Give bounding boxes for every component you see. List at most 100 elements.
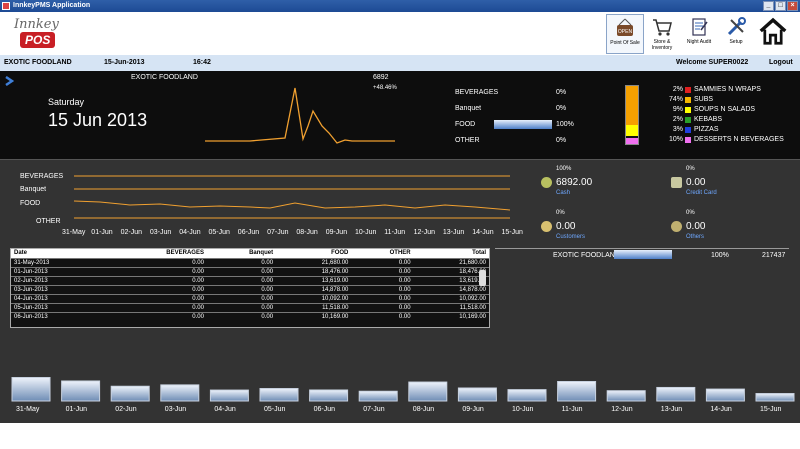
daily-sales-bar[interactable] <box>705 388 745 402</box>
table-cell: 0.00 <box>106 257 207 267</box>
table-header[interactable]: Total <box>413 249 489 258</box>
bar-category-label: 10-Jun <box>512 406 534 413</box>
trend-row-label: OTHER <box>36 218 61 225</box>
table-row[interactable]: 04-Jun-2013 0.00 0.00 10,092.00 0.00 10,092.0… <box>11 293 489 303</box>
daily-sales-bar[interactable] <box>110 385 150 402</box>
daily-sales-bar[interactable] <box>160 384 200 402</box>
cart-icon <box>653 19 672 36</box>
daily-sales-bar[interactable] <box>61 380 101 402</box>
daily-sales-bar[interactable] <box>557 381 597 402</box>
logout-link[interactable]: Logout <box>769 55 793 71</box>
table-row[interactable]: 05-Jun-2013 0.00 0.00 11,518.00 0.00 11,518.0… <box>11 302 489 312</box>
table-header[interactable]: BEVERAGES <box>106 249 207 258</box>
daily-sales-bar[interactable] <box>755 393 795 402</box>
outlet-share-bar <box>614 250 672 259</box>
daily-sales-bar[interactable] <box>259 388 299 402</box>
legend-name: DESSERTS N BEVERAGES <box>694 136 784 143</box>
table-cell: 0.00 <box>206 302 277 312</box>
trend-date-label: 07-Jun <box>267 229 289 236</box>
category-name: BEVERAGES <box>455 89 499 96</box>
table-row[interactable]: 03-Jun-2013 0.00 0.00 14,878.00 0.00 14,878.0… <box>11 284 489 294</box>
daily-sales-bar[interactable] <box>507 389 547 402</box>
table-row[interactable]: 02-Jun-2013 0.00 0.00 13,619.00 0.00 13,619.0… <box>11 275 489 285</box>
night-audit-button[interactable]: Night Audit <box>680 14 718 54</box>
daily-sales-bar[interactable] <box>408 381 448 402</box>
trend-row-label: BEVERAGES <box>20 173 64 180</box>
daily-sales-bar[interactable] <box>209 389 249 402</box>
innkey-pos-logo: Innkey POS <box>14 17 59 48</box>
home-button[interactable] <box>754 14 792 54</box>
bar-category-label: 08-Jun <box>412 406 435 413</box>
payment-label[interactable]: Others <box>686 234 704 240</box>
table-cell: 0.00 <box>106 311 207 321</box>
payment-amount: 0.00 <box>686 177 706 188</box>
table-header[interactable]: Date <box>11 249 107 258</box>
welcome-user: Welcome SUPER0022 <box>676 59 749 66</box>
trend-date-label: 01-Jun <box>91 229 113 236</box>
trend-date-label: 05-Jun <box>208 229 230 236</box>
close-button[interactable]: × <box>787 1 798 11</box>
trend-row-label: Banquet <box>20 186 47 193</box>
payment-amount: 0.00 <box>686 221 706 232</box>
table-header[interactable]: OTHER <box>351 249 414 258</box>
trend-date-label: 15-Jun <box>501 229 523 236</box>
minimize-button[interactable]: _ <box>763 1 774 11</box>
table-row[interactable]: 01-Jun-2013 0.00 0.00 18,476.00 0.00 18,476.0… <box>11 266 489 276</box>
table-cell: 11,518.00 <box>276 302 352 312</box>
category-name: FOOD <box>455 121 476 128</box>
bar-category-label: 15-Jun <box>760 406 782 413</box>
legend-name: PIZZAS <box>694 126 719 133</box>
daily-sales-bar[interactable] <box>11 377 51 402</box>
table-cell: 0.00 <box>206 257 277 267</box>
dashboard: EXOTIC FOODLAND Saturday 15 Jun 2013 689… <box>0 71 800 423</box>
bar-category-label: 07-Jun <box>363 406 385 413</box>
table-cell: 0.00 <box>351 257 414 267</box>
coin-icon <box>541 177 552 188</box>
payment-label[interactable]: Customers <box>556 234 585 240</box>
daily-sales-bar[interactable] <box>358 390 398 402</box>
clipboard-icon <box>692 18 708 36</box>
trend-chart <box>73 175 511 219</box>
table-scrollbar[interactable] <box>479 270 486 286</box>
legend-name: KEBABS <box>694 116 723 123</box>
table-cell: 18,476.00 <box>413 266 489 276</box>
legend-pct: 2% <box>672 86 683 93</box>
table-row[interactable]: 06-Jun-2013 0.00 0.00 10,169.00 0.00 10,169.0… <box>11 311 489 321</box>
table-row[interactable]: 31-May-2013 0.00 0.00 21,680.00 0.00 21,680.0… <box>11 257 489 267</box>
trend-panel: BEVERAGES Banquet FOOD OTHER 31-May 01-Jun 02… <box>0 159 800 423</box>
payment-label[interactable]: Cash <box>556 190 570 196</box>
table-cell: 0.00 <box>106 275 207 285</box>
bar-category-label: 05-Jun <box>264 406 286 413</box>
table-cell: 0.00 <box>351 275 414 285</box>
payment-amount: 0.00 <box>556 221 576 232</box>
table-cell: 13,619.00 <box>276 275 352 285</box>
maximize-button[interactable]: □ <box>775 1 786 11</box>
payment-label[interactable]: Credit Card <box>686 190 717 196</box>
sales-sparkline <box>205 87 395 144</box>
daily-sales-bar[interactable] <box>606 390 646 402</box>
app-icon <box>2 2 10 10</box>
category-pct: 0% <box>556 137 567 144</box>
legend-pct: 10% <box>668 136 683 143</box>
setup-button[interactable]: Setup <box>717 14 755 54</box>
category-pct: 0% <box>556 89 567 96</box>
legend-name: SOUPS N SALADS <box>694 106 756 113</box>
summary-total: 6892 <box>373 74 389 81</box>
daily-sales-bar[interactable] <box>309 389 349 402</box>
store-inventory-button[interactable]: Store & Inventory <box>643 14 681 54</box>
legend-pct: 9% <box>672 106 683 113</box>
bar-category-label: 11-Jun <box>561 406 583 413</box>
outlet-share-value: 217437 <box>762 252 786 259</box>
trend-date-label: 14-Jun <box>472 229 494 236</box>
weekday: Saturday <box>48 97 85 107</box>
daily-sales-bar[interactable] <box>656 386 696 402</box>
table-cell: 21,680.00 <box>413 257 489 267</box>
legend-swatch <box>685 97 691 103</box>
point-of-sale-button[interactable]: OPEN Point Of Sale <box>606 14 644 54</box>
table-header[interactable]: FOOD <box>276 249 352 258</box>
sales-table: Date BEVERAGES Banquet FOOD OTHER Total 31-Ma… <box>11 249 489 321</box>
daily-sales-bar[interactable] <box>457 387 497 402</box>
expand-arrow-icon[interactable] <box>5 76 14 86</box>
legend-pct: 2% <box>672 116 683 123</box>
table-header[interactable]: Banquet <box>206 249 277 258</box>
